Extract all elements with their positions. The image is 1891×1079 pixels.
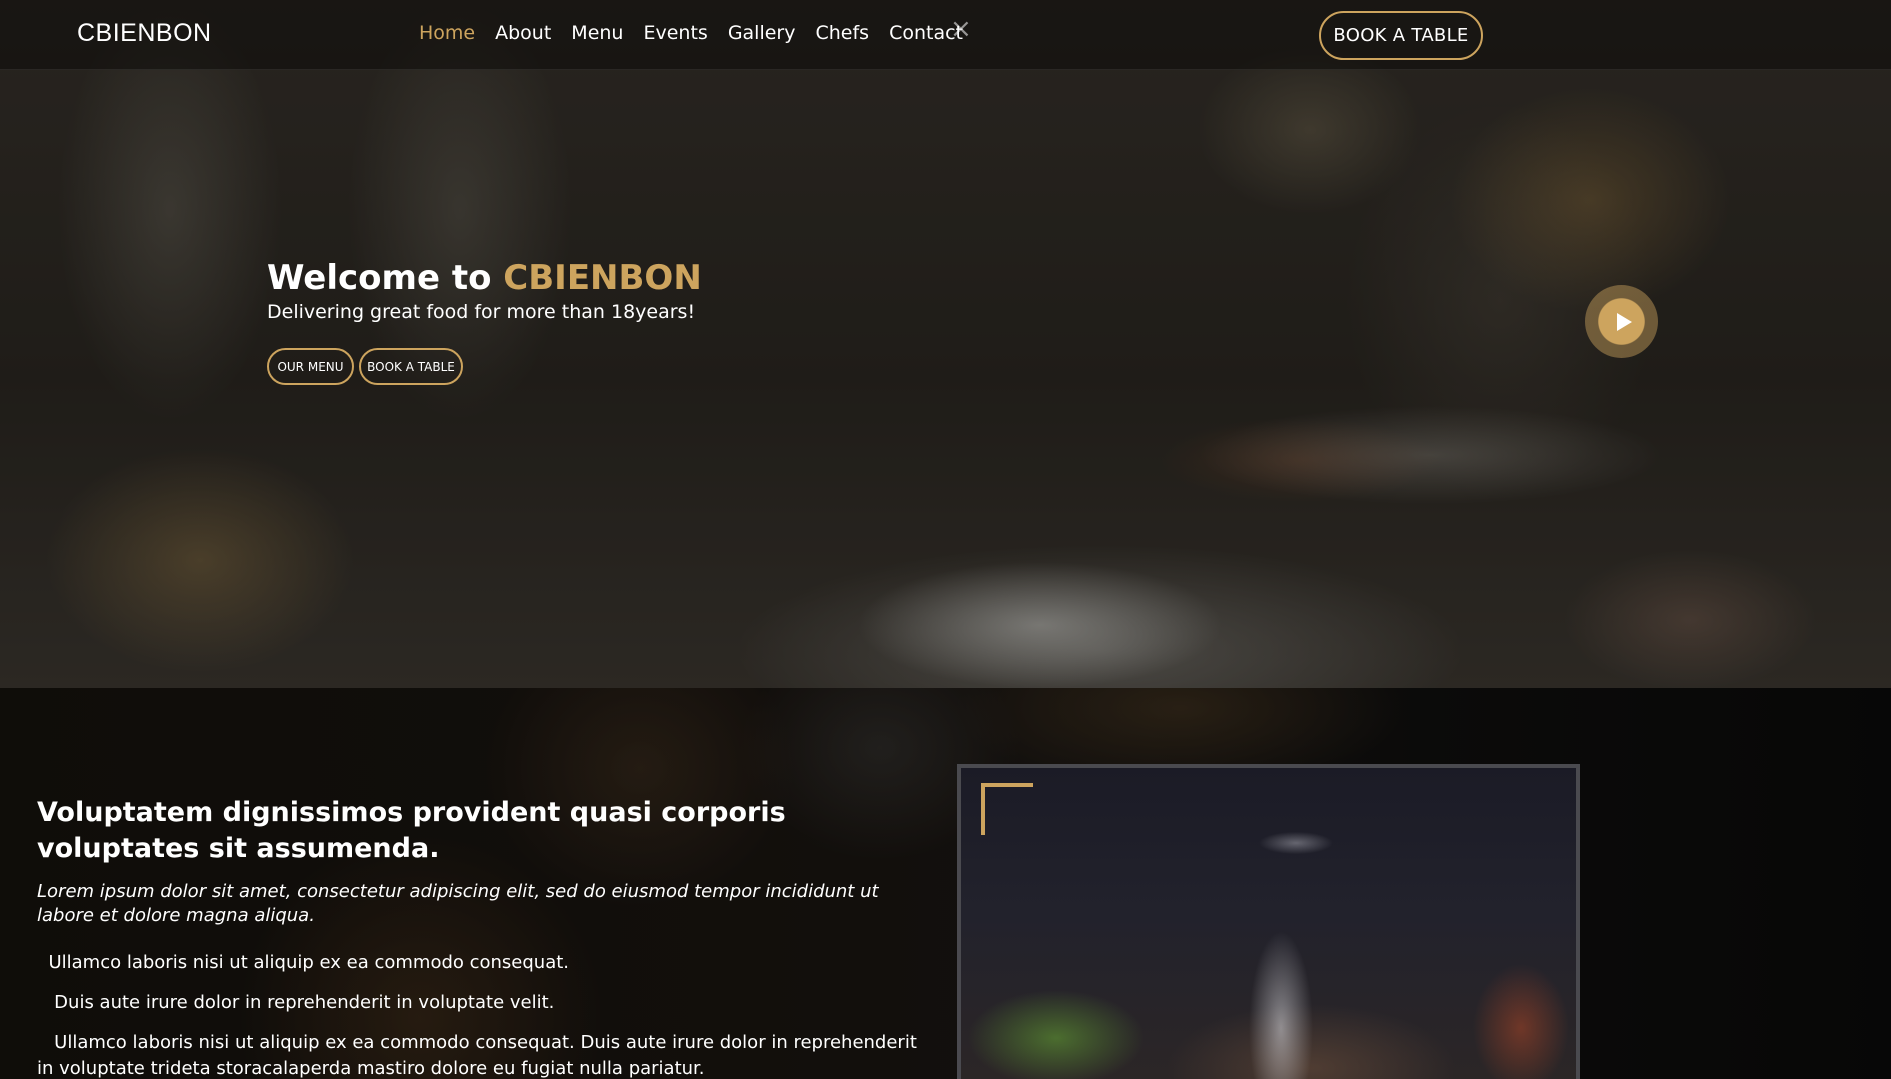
book-table-button[interactable]: BOOK A TABLE (1319, 11, 1483, 60)
about-lead-text: Lorem ipsum dolor sit amet, consectetur … (37, 881, 879, 926)
play-icon (1616, 312, 1632, 331)
list-item: Ullamco laboris nisi ut aliquip ex ea co… (37, 1032, 923, 1079)
hero-section: Welcome to CBIENBON Delivering great foo… (0, 0, 1891, 688)
close-icon[interactable]: × (950, 14, 972, 44)
main-nav: Home About Menu Events Gallery Chefs Con… (419, 22, 983, 44)
top-navbar: CBIENBON Home About Menu Events Gallery … (0, 0, 1891, 70)
nav-item-about[interactable]: About (495, 22, 551, 44)
nav-item-gallery[interactable]: Gallery (728, 22, 796, 44)
restaurant-interior-image (957, 764, 1580, 1079)
nav-item-chefs[interactable]: Chefs (815, 22, 869, 44)
hero-title-prefix: Welcome to (267, 258, 504, 298)
nav-item-menu[interactable]: Menu (571, 22, 623, 44)
hero-book-table-button[interactable]: BOOK A TABLE (359, 348, 463, 385)
hero-title-brand: CBIENBON (503, 258, 702, 298)
list-item: Ullamco laboris nisi ut aliquip ex ea co… (37, 952, 570, 973)
nav-item-events[interactable]: Events (643, 22, 707, 44)
our-menu-button[interactable]: OUR MENU (267, 348, 354, 385)
hero-subtitle: Delivering great food for more than 18ye… (267, 301, 696, 323)
about-heading: Voluptatem dignissimos provident quasi c… (37, 797, 786, 864)
nav-item-home[interactable]: Home (419, 22, 475, 44)
list-item: Duis aute irure dolor in reprehenderit i… (37, 992, 555, 1013)
hero-title: Welcome to CBIENBON (267, 258, 702, 298)
play-video-button[interactable] (1585, 285, 1658, 358)
site-logo[interactable]: CBIENBON (77, 19, 212, 48)
about-section: Voluptatem dignissimos provident quasi c… (0, 688, 1891, 1079)
corner-bracket-decoration (981, 783, 1033, 835)
